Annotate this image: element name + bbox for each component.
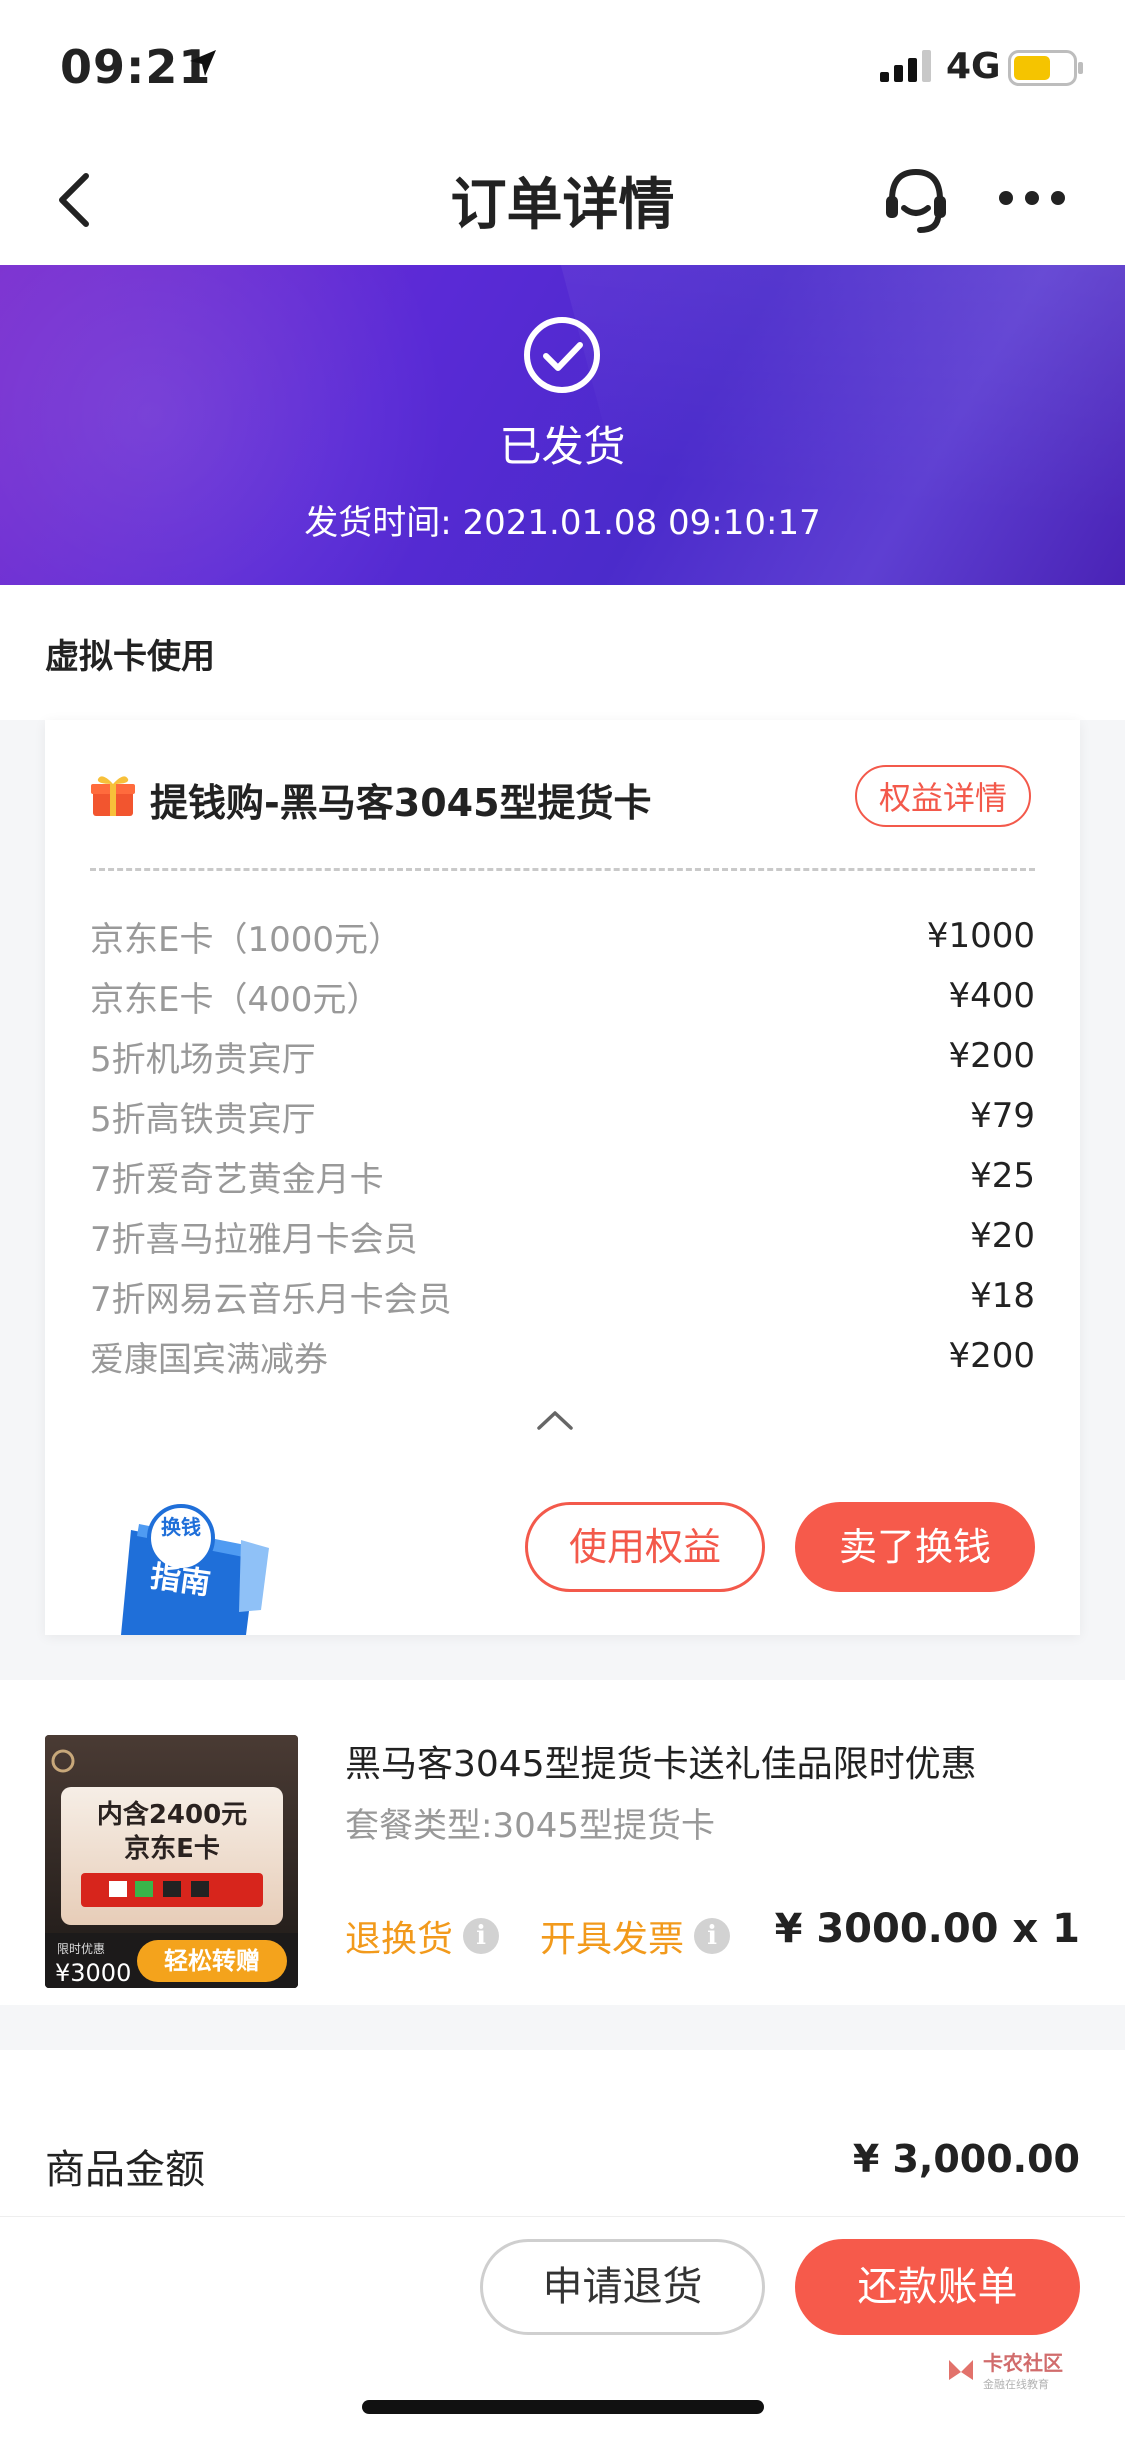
benefit-price: ¥200	[948, 1336, 1035, 1376]
thumb-cta: 轻松转赠	[164, 1947, 260, 1975]
benefit-price: ¥1000	[926, 916, 1035, 956]
thumb-line2: 京东E卡	[124, 1833, 220, 1864]
benefit-row: 7折网易云音乐月卡会员 ¥18	[90, 1266, 1035, 1326]
request-return-button[interactable]: 申请退货	[480, 2239, 765, 2335]
info-icon[interactable]: i	[694, 1918, 731, 1954]
benefit-row: 京东E卡（400元） ¥400	[90, 966, 1035, 1026]
product-image: 内含2400元 京东E卡 限时优惠 ¥3000 轻松转赠	[45, 1735, 298, 1988]
network-type: 4G	[946, 46, 1001, 87]
exchange-guide-badge-icon[interactable]: 换钱 指南	[111, 1500, 271, 1635]
use-benefits-button[interactable]: 使用权益	[525, 1502, 765, 1592]
dashed-divider	[90, 868, 1035, 871]
product-price-qty: ¥ 3000.00 x 1	[774, 1906, 1080, 1952]
benefit-row: 7折爱奇艺黄金月卡 ¥25	[90, 1146, 1035, 1206]
signal-icon	[880, 50, 931, 82]
watermark-sub: 金融在线教育	[983, 2378, 1049, 2391]
info-icon[interactable]: i	[463, 1918, 500, 1954]
product-name: 黑马客3045型提货卡送礼佳品限时优惠	[345, 1744, 977, 1785]
benefit-details-button[interactable]: 权益详情	[855, 765, 1031, 827]
benefit-name: 5折机场贵宾厅	[90, 1039, 316, 1080]
amount-value: ¥ 3,000.00	[852, 2137, 1080, 2181]
more-dots-icon[interactable]	[996, 188, 1068, 208]
return-exchange-link[interactable]: 退换货 i	[345, 1910, 500, 1962]
repayment-bill-button[interactable]: 还款账单	[795, 2239, 1080, 2335]
gift-icon	[91, 776, 135, 816]
benefit-row: 京东E卡（1000元） ¥1000	[90, 906, 1035, 966]
chevron-up-icon[interactable]	[535, 1408, 575, 1432]
benefit-name: 爱康国宾满减券	[90, 1339, 328, 1380]
nav-bar: 订单详情	[0, 130, 1125, 265]
benefit-row: 爱康国宾满减券 ¥200	[90, 1326, 1035, 1386]
benefit-price: ¥79	[970, 1096, 1035, 1136]
benefit-row: 7折喜马拉雅月卡会员 ¥20	[90, 1206, 1035, 1266]
order-status-text: 已发货	[499, 422, 626, 471]
ship-time: 发货时间: 2021.01.08 09:10:17	[304, 503, 821, 543]
benefit-name: 京东E卡（400元）	[90, 979, 381, 1020]
benefit-row: 5折高铁贵宾厅 ¥79	[90, 1086, 1035, 1146]
benefit-name: 7折网易云音乐月卡会员	[90, 1279, 452, 1320]
battery-icon	[1008, 50, 1083, 86]
benefit-list: 京东E卡（1000元） ¥1000 京东E卡（400元） ¥400 5折机场贵宾…	[90, 906, 1035, 1386]
product-package-type: 套餐类型:3045型提货卡	[345, 1806, 715, 1846]
benefit-name: 7折喜马拉雅月卡会员	[90, 1219, 418, 1260]
check-circle-icon	[524, 317, 600, 393]
thumb-line1: 内含2400元	[97, 1799, 247, 1830]
benefit-price: ¥200	[948, 1036, 1035, 1076]
card-title: 提钱购-黑马客3045型提货卡	[150, 781, 652, 825]
invoice-link[interactable]: 开具发票 i	[540, 1910, 731, 1962]
return-exchange-label: 退换货	[345, 1919, 454, 1960]
community-watermark: 卡农社区 金融在线教育	[945, 2347, 1063, 2392]
customer-service-icon[interactable]	[880, 160, 952, 238]
benefit-price: ¥20	[970, 1216, 1035, 1256]
status-bar: 09:21 4G	[0, 0, 1125, 130]
sell-for-cash-button[interactable]: 卖了换钱	[795, 1502, 1035, 1592]
home-indicator[interactable]	[362, 2400, 764, 2414]
thumb-tag: 限时优惠	[57, 1942, 105, 1956]
watermark-main: 卡农社区	[983, 2351, 1063, 2375]
benefit-name: 7折爱奇艺黄金月卡	[90, 1159, 384, 1200]
benefit-name: 5折高铁贵宾厅	[90, 1099, 316, 1140]
svg-text:换钱: 换钱	[161, 1515, 201, 1539]
benefit-name: 京东E卡（1000元）	[90, 919, 403, 960]
benefit-price: ¥25	[970, 1156, 1035, 1196]
thumb-price: ¥3000	[55, 1959, 131, 1987]
benefit-price: ¥18	[970, 1276, 1035, 1316]
order-status-banner: 已发货 发货时间: 2021.01.08 09:10:17	[0, 265, 1125, 585]
location-arrow-icon	[190, 50, 216, 76]
amount-label: 商品金额	[45, 2147, 205, 2193]
invoice-label: 开具发票	[540, 1919, 685, 1960]
benefit-price: ¥400	[948, 976, 1035, 1016]
benefit-row: 5折机场贵宾厅 ¥200	[90, 1026, 1035, 1086]
watermark-logo-icon	[949, 2359, 973, 2380]
page-title: 订单详情	[450, 173, 675, 238]
product-thumbnail[interactable]: 内含2400元 京东E卡 限时优惠 ¥3000 轻松转赠	[45, 1735, 298, 1988]
amount-row: 商品金额 ¥ 3,000.00	[0, 2050, 1125, 2220]
section-title: 虚拟卡使用	[45, 637, 215, 677]
virtual-card-section-header: 虚拟卡使用	[0, 585, 1125, 720]
virtual-card: 提钱购-黑马客3045型提货卡 权益详情 京东E卡（1000元） ¥1000 京…	[45, 720, 1080, 1635]
product-item[interactable]: 内含2400元 京东E卡 限时优惠 ¥3000 轻松转赠 黑马客3045型提货卡…	[0, 1680, 1125, 2005]
